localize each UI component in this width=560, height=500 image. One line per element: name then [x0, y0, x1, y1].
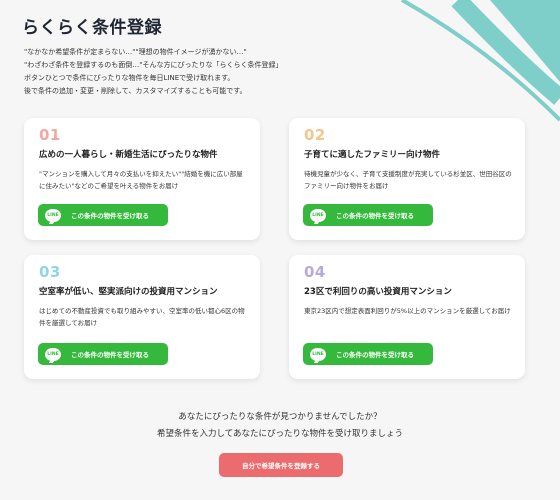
intro-line: ボタンひとつで条件にぴったりな物件を毎日LINEで受け取れます。: [24, 74, 235, 82]
card-title: 広めの一人暮らし・新婚生活にぴったりな物件: [39, 150, 218, 160]
receive-properties-button[interactable]: LINE この条件の物件を受け取る: [38, 204, 168, 226]
button-label: この条件の物件を受け取る: [336, 212, 414, 220]
line-icon: LINE: [310, 347, 326, 361]
condition-card-04: 04 23区で利回りの高い投資用マンション 東京23区内で想定表面利回りが5%以…: [289, 255, 525, 379]
card-number: 03: [39, 263, 61, 281]
condition-card-03: 03 空室率が低い、堅実派向けの投資用マンション はじめての不動産投資でも取り組…: [24, 255, 260, 379]
card-description: "マンションを購入して月々の支払いを抑えたい""結婚を機に広い部屋に住みたい"な…: [39, 170, 243, 190]
intro-line: 後で条件の追加・変更・削除して、カスタマイズすることも可能です。: [24, 87, 247, 95]
button-label: この条件の物件を受け取る: [336, 351, 414, 359]
button-label: この条件の物件を受け取る: [71, 351, 149, 359]
line-icon: LINE: [45, 208, 61, 222]
line-icon: LINE: [310, 208, 326, 222]
page-title: らくらく条件登録: [22, 18, 162, 38]
condition-card-02: 02 子育てに適したファミリー向け物件 待機児童が少なく、子育て支援制度が充実し…: [289, 118, 525, 240]
card-number: 04: [304, 263, 326, 281]
register-conditions-button[interactable]: 自分で希望条件を登録する: [219, 453, 343, 477]
footer-prompt: 希望条件を入力してあなたにぴったりな物件を受け取りましょう: [157, 429, 403, 439]
card-title: 23区で利回りの高い投資用マンション: [304, 287, 452, 297]
card-description: はじめての不動産投資でも取り組みやすい、空室率の低い都心6区の物件を厳選してお届…: [39, 307, 245, 327]
line-icon: LINE: [45, 347, 61, 361]
card-description: 待機児童が少なく、子育て支援制度が充実している杉並区、世田谷区のファミリー向け物…: [304, 170, 512, 190]
intro-line: "わざわざ条件を登録するのも面倒…"そんな方にぴったりな「らくらく条件登録」: [24, 61, 283, 69]
condition-card-01: 01 広めの一人暮らし・新婚生活にぴったりな物件 "マンションを購入して月々の支…: [24, 118, 260, 240]
button-label: この条件の物件を受け取る: [71, 212, 149, 220]
intro-line: "なかなか希望条件が定まらない…""理想の物件イメージが湧かない…": [24, 48, 247, 56]
receive-properties-button[interactable]: LINE この条件の物件を受け取る: [303, 343, 433, 365]
receive-properties-button[interactable]: LINE この条件の物件を受け取る: [303, 204, 433, 226]
card-title: 子育てに適したファミリー向け物件: [304, 150, 441, 160]
card-number: 02: [304, 126, 326, 144]
card-title: 空室率が低い、堅実派向けの投資用マンション: [39, 287, 218, 297]
receive-properties-button[interactable]: LINE この条件の物件を受け取る: [38, 343, 168, 365]
card-number: 01: [39, 126, 61, 144]
card-description: 東京23区内で想定表面利回りが5%以上のマンションを厳選してお届け: [304, 307, 511, 315]
intro-text: "なかなか希望条件が定まらない…""理想の物件イメージが湧かない…" "わざわざ…: [24, 46, 354, 98]
footer-question: あなたにぴったりな条件が見つかりませんでしたか？: [178, 412, 382, 422]
